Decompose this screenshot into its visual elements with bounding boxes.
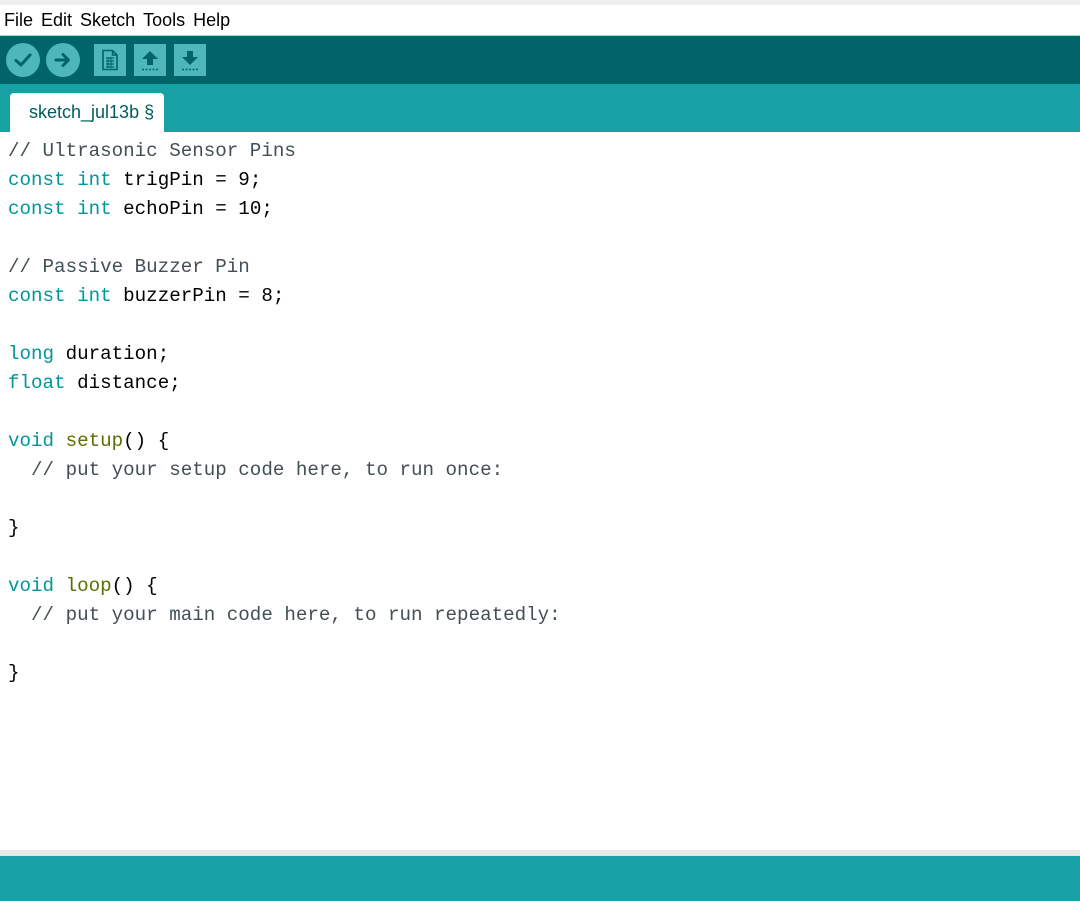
code-line: // Passive Buzzer Pin: [8, 253, 561, 282]
open-button[interactable]: [134, 44, 166, 76]
code-token: // put your main code here, to run repea…: [8, 604, 561, 626]
status-bar: [0, 856, 1080, 901]
code-line: // Ultrasonic Sensor Pins: [8, 137, 561, 166]
code-token: // Ultrasonic Sensor Pins: [8, 140, 296, 162]
code-token: int: [77, 169, 112, 191]
code-token: int: [77, 285, 112, 307]
code-token: () {: [123, 430, 170, 452]
arrow-up-icon: [142, 51, 158, 71]
menu-help[interactable]: Help: [193, 5, 230, 35]
tab-label: sketch_jul13b §: [29, 102, 155, 122]
code-token: void: [8, 575, 55, 597]
arrow-down-icon: [182, 51, 198, 71]
code-line: void setup() {: [8, 427, 561, 456]
code-token: // Passive Buzzer Pin: [8, 256, 250, 278]
code-line: // put your setup code here, to run once…: [8, 456, 561, 485]
code-token: }: [8, 662, 20, 684]
code-token: const: [8, 169, 66, 191]
upload-button[interactable]: [46, 43, 80, 77]
code-line: }: [8, 514, 561, 543]
code-token: echoPin = 10;: [111, 198, 273, 220]
code-line: long duration;: [8, 340, 561, 369]
code-token: duration;: [54, 343, 170, 365]
code-line: float distance;: [8, 369, 561, 398]
code-token: trigPin = 9;: [111, 169, 262, 191]
menu-file[interactable]: File: [4, 5, 33, 35]
new-file-icon: [102, 49, 118, 71]
code-token: const: [8, 198, 66, 220]
tab-bar: sketch_jul13b §: [0, 84, 1080, 132]
code-editor[interactable]: // Ultrasonic Sensor Pins const int trigP…: [0, 132, 1080, 850]
code-text[interactable]: // Ultrasonic Sensor Pins const int trigP…: [8, 137, 561, 688]
menu-edit[interactable]: Edit: [41, 5, 72, 35]
menu-sketch[interactable]: Sketch: [80, 5, 135, 35]
menu-bar: File Edit Sketch Tools Help: [0, 0, 1080, 36]
code-token: float: [8, 372, 66, 394]
code-token: setup: [65, 430, 124, 452]
code-token: buzzerPin = 8;: [111, 285, 285, 307]
code-token: const: [8, 285, 66, 307]
code-line: }: [8, 659, 561, 688]
code-line: // put your main code here, to run repea…: [8, 601, 561, 630]
code-token: distance;: [65, 372, 181, 394]
code-token: void: [8, 430, 55, 452]
code-line: const int buzzerPin = 8;: [8, 282, 561, 311]
code-token: () {: [111, 575, 158, 597]
code-token: int: [77, 198, 112, 220]
tab-sketch[interactable]: sketch_jul13b §: [10, 93, 165, 132]
code-token: // put your setup code here, to run once…: [8, 459, 504, 481]
arrow-right-icon: [54, 53, 70, 67]
code-line: void loop() {: [8, 572, 561, 601]
code-token: long: [8, 343, 55, 365]
code-line: const int echoPin = 10;: [8, 195, 561, 224]
toolbar: [0, 36, 1080, 84]
code-token: loop: [65, 575, 112, 597]
new-button[interactable]: [94, 44, 126, 76]
verify-button[interactable]: [6, 43, 40, 77]
code-line: const int trigPin = 9;: [8, 166, 561, 195]
menu-tools[interactable]: Tools: [143, 5, 185, 35]
code-token: }: [8, 517, 20, 539]
save-button[interactable]: [174, 44, 206, 76]
check-icon: [14, 53, 32, 67]
